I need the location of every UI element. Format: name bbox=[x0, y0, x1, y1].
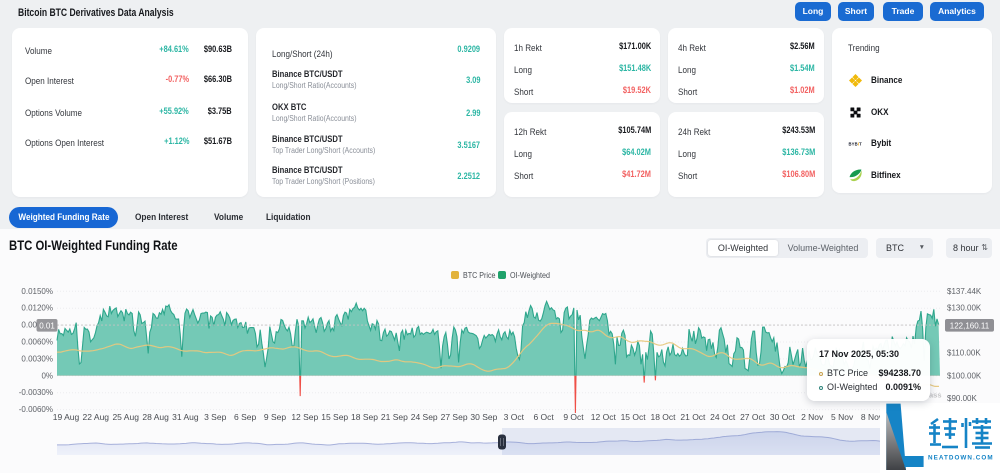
svg-text:-0.0060%: -0.0060% bbox=[19, 405, 53, 414]
svg-text:9 Oct: 9 Oct bbox=[563, 412, 584, 422]
svg-text:21 Oct: 21 Oct bbox=[680, 412, 706, 422]
svg-text:0.0150%: 0.0150% bbox=[21, 287, 53, 296]
svg-text:0.01: 0.01 bbox=[39, 321, 55, 330]
svg-text:18 Sep: 18 Sep bbox=[351, 412, 378, 422]
svg-text:19 Aug: 19 Aug bbox=[53, 412, 80, 422]
svg-text:6 Oct: 6 Oct bbox=[533, 412, 554, 422]
svg-text:22 Aug: 22 Aug bbox=[83, 412, 110, 422]
svg-text:$130.00K: $130.00K bbox=[947, 304, 982, 313]
svg-text:0.0060%: 0.0060% bbox=[21, 338, 53, 347]
svg-text:$137.44K: $137.44K bbox=[947, 287, 982, 296]
svg-text:$110.00K: $110.00K bbox=[947, 349, 981, 358]
svg-text:28 Aug: 28 Aug bbox=[142, 412, 169, 422]
svg-text:$100.00K: $100.00K bbox=[947, 371, 982, 380]
svg-text:9 Sep: 9 Sep bbox=[264, 412, 286, 422]
svg-text:122,160.11: 122,160.11 bbox=[950, 321, 990, 330]
svg-text:24 Oct: 24 Oct bbox=[710, 412, 736, 422]
svg-text:5 Nov: 5 Nov bbox=[831, 412, 854, 422]
svg-text:ass: ass bbox=[929, 391, 942, 400]
svg-text:0%: 0% bbox=[41, 371, 53, 380]
svg-text:12 Sep: 12 Sep bbox=[291, 412, 318, 422]
svg-text:0.0030%: 0.0030% bbox=[21, 354, 53, 363]
svg-text:21 Sep: 21 Sep bbox=[381, 412, 408, 422]
svg-text:3 Sep: 3 Sep bbox=[204, 412, 226, 422]
svg-text:15 Sep: 15 Sep bbox=[321, 412, 348, 422]
svg-text:27 Sep: 27 Sep bbox=[441, 412, 468, 422]
svg-text:30 Sep: 30 Sep bbox=[470, 412, 497, 422]
svg-text:27 Oct: 27 Oct bbox=[740, 412, 766, 422]
svg-text:18 Oct: 18 Oct bbox=[650, 412, 676, 422]
svg-text:NEATDOWN.COM: NEATDOWN.COM bbox=[928, 455, 994, 462]
svg-text:12 Oct: 12 Oct bbox=[591, 412, 617, 422]
svg-text:3 Oct: 3 Oct bbox=[504, 412, 525, 422]
svg-text:30 Oct: 30 Oct bbox=[770, 412, 796, 422]
svg-text:6 Sep: 6 Sep bbox=[234, 412, 256, 422]
svg-text:0.0120%: 0.0120% bbox=[21, 304, 53, 313]
svg-text:$90.00K: $90.00K bbox=[947, 394, 977, 403]
svg-text:25 Aug: 25 Aug bbox=[112, 412, 139, 422]
svg-text:31 Aug: 31 Aug bbox=[172, 412, 199, 422]
svg-text:-0.0030%: -0.0030% bbox=[19, 388, 53, 397]
svg-text:15 Oct: 15 Oct bbox=[621, 412, 647, 422]
svg-text:24 Sep: 24 Sep bbox=[411, 412, 438, 422]
svg-text:2 Nov: 2 Nov bbox=[801, 412, 824, 422]
